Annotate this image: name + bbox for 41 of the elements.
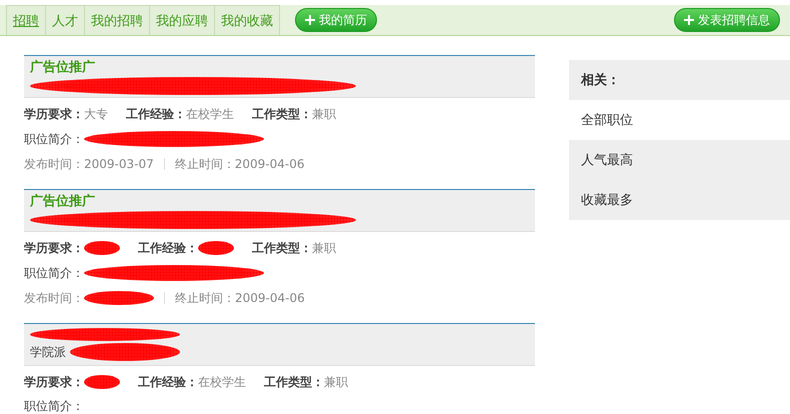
plus-icon [684, 15, 694, 25]
intro-label: 职位简介： [24, 132, 84, 146]
job-title[interactable]: 广告位推广 [30, 194, 95, 209]
panel-heading: 相关： [581, 72, 620, 89]
field-label: 工作经验： [138, 241, 198, 255]
date-value: 2009-04-06 [235, 291, 305, 305]
field-label: 学历要求： [24, 241, 84, 255]
job-title[interactable]: 广告位推广 [30, 60, 95, 75]
plus-icon [305, 15, 315, 25]
field-label: 工作类型： [252, 107, 312, 121]
field-label: 工作类型： [264, 375, 324, 389]
field-value: 在校学生 [198, 375, 246, 389]
date-value: 2009-03-07 [84, 157, 154, 171]
field-label: 学历要求： [24, 107, 84, 121]
intro-label: 职位简介： [24, 399, 84, 413]
field-label: 工作经验： [126, 107, 186, 121]
field-label: 学历要求： [24, 375, 84, 389]
field-value: 大专 [84, 107, 108, 121]
related-link[interactable]: 全部职位 [569, 100, 790, 140]
related-link[interactable]: 收藏最多 [569, 180, 790, 220]
nav-tab[interactable]: 我的应聘 [149, 5, 215, 35]
date-label: 发布时间： [24, 291, 84, 305]
nav-tab[interactable]: 我的招聘 [84, 5, 150, 35]
resume-button[interactable]: 我的简历 [295, 8, 377, 32]
date-value: 2009-04-06 [234, 157, 304, 171]
date-label: 终止时间： [175, 291, 235, 305]
field-label: 工作类型： [252, 241, 312, 255]
field-label: 工作经验： [138, 375, 198, 389]
date-label: 终止时间： [174, 157, 235, 171]
field-value: 在校学生 [186, 107, 234, 121]
field-value: 兼职 [312, 241, 336, 255]
post-job-button[interactable]: 发表招聘信息 [674, 8, 780, 32]
intro-label: 职位简介： [24, 266, 84, 280]
date-label: 发布时间： [24, 157, 84, 171]
nav-tab[interactable]: 人才 [45, 5, 85, 35]
field-value: 兼职 [324, 375, 348, 389]
nav-tab[interactable]: 我的收藏 [214, 5, 280, 35]
nav-tab[interactable]: 招聘 [6, 5, 46, 35]
company-name: 学院派 [30, 345, 66, 359]
related-link[interactable]: 人气最高 [569, 140, 790, 180]
field-value: 兼职 [312, 107, 336, 121]
